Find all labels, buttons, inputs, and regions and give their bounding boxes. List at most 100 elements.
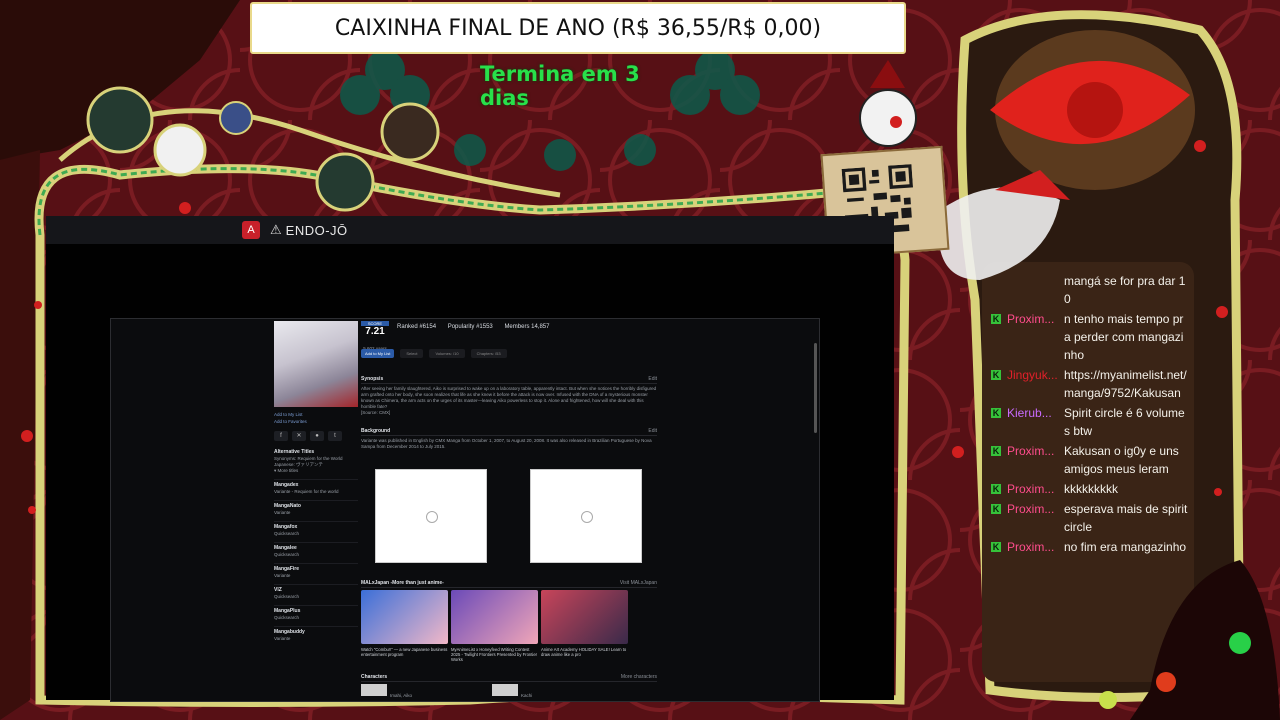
stats-row: SCORE 7.21 5,602 users Ranked #6154 Popu… xyxy=(361,321,657,351)
site-name[interactable]: Mangadex xyxy=(274,482,358,489)
news-heading: MALxJapan -More than just anime- xyxy=(361,580,444,586)
tumblr-icon[interactable]: t xyxy=(328,431,342,441)
character-thumbnail xyxy=(361,684,387,696)
background-heading: Background xyxy=(361,428,391,434)
news-caption[interactable]: MyAnimeList x Honeyfeed Writing Contest … xyxy=(451,647,538,662)
chat-message: K Proxim... Kakusan o ig0y e uns amigos me… xyxy=(990,442,1186,478)
chat-text: Kakusan o ig0y e uns amigos meus leram xyxy=(1064,444,1179,476)
subscriber-badge-icon: K xyxy=(991,542,1001,552)
volumes-field[interactable]: Volumes: /10 xyxy=(429,349,465,358)
add-to-list-link[interactable]: Add to My List xyxy=(274,411,358,418)
chat-username: Proxim... xyxy=(1007,444,1055,458)
news-card[interactable]: MyAnimeList x Honeyfeed Writing Contest … xyxy=(451,590,538,662)
site-subtitle: Variante xyxy=(274,573,291,578)
chat-text: n tenho mais tempo pra perder com mangaz… xyxy=(1064,312,1184,362)
site-row[interactable]: MangaFire Variante xyxy=(274,563,358,579)
alt-titles-heading: Alternative Titles xyxy=(274,449,315,455)
site-name[interactable]: Mangalee xyxy=(274,545,358,552)
capture-window-titlebar: A ⚠ ENDO-JŌ xyxy=(46,216,894,244)
donation-goal-title: CAIXINHA FINAL DE ANO (R$ 36,55/R$ 0,00) xyxy=(334,15,822,41)
background-section: Background Edit Variante was published in… xyxy=(361,427,657,450)
synopsis-section: Synopsis Edit After seeing her family sla… xyxy=(361,375,657,416)
news-image[interactable] xyxy=(451,590,538,644)
add-to-list-button[interactable]: Add to My List xyxy=(361,349,395,358)
subscriber-badge-icon: K xyxy=(991,446,1001,456)
site-row[interactable]: Mangabuddy Variante xyxy=(274,626,358,642)
site-name[interactable]: MangaNato xyxy=(274,503,358,510)
donation-goal-banner: CAIXINHA FINAL DE ANO (R$ 36,55/R$ 0,00) xyxy=(250,2,906,54)
characters-list: Imahi, Aiko Kachi xyxy=(361,684,657,701)
chat-username: Kierub... xyxy=(1007,406,1052,420)
subscriber-badge-icon: K xyxy=(991,484,1001,494)
site-row[interactable]: MangaNato Variante xyxy=(274,500,358,516)
chat-message: K Proxim... esperava mais de spirit circle xyxy=(990,500,1188,536)
share-row: f ✕ ● t xyxy=(274,431,358,441)
character-item[interactable]: Kachi xyxy=(492,684,532,701)
news-more-link[interactable]: Visit MALxJapan xyxy=(620,579,657,587)
characters-more-link[interactable]: More characters xyxy=(621,673,657,681)
ad-placeholder xyxy=(530,469,642,563)
site-name[interactable]: MangaFire xyxy=(274,566,358,573)
site-row[interactable]: Mangalee Quicksearch xyxy=(274,542,358,558)
loading-icon xyxy=(426,511,438,523)
page-left-column: Add to My List Add to Favorites f ✕ ● t … xyxy=(274,411,358,642)
site-row[interactable]: Mangadex Variante - Requiem for the world xyxy=(274,479,358,495)
site-subtitle: Quicksearch xyxy=(274,531,300,536)
news-image[interactable] xyxy=(361,590,448,644)
site-name[interactable]: Mangafox xyxy=(274,524,358,531)
news-section: MALxJapan -More than just anime- Visit MA… xyxy=(361,579,657,662)
more-titles-link[interactable]: ▾ More titles xyxy=(274,468,358,474)
browser-page: Add to My List Add to Favorites f ✕ ● t … xyxy=(110,318,820,702)
rank-stats: Ranked #6154 Popularity #1553 Members 14… xyxy=(397,324,559,330)
chat-message: K Proxim... n tenho mais tempo pra perder … xyxy=(990,310,1186,364)
chat-message: K Proxim... no fim era mangazinho xyxy=(990,538,1186,556)
news-image[interactable] xyxy=(541,590,628,644)
character-item[interactable]: Imahi, Aiko xyxy=(361,684,412,701)
chat-message: K Proxim... kkkkkkkkk xyxy=(990,480,1186,498)
synopsis-heading: Synopsis xyxy=(361,376,384,382)
site-row[interactable]: MangaPlus Quicksearch xyxy=(274,605,358,621)
site-row[interactable]: Mangafox Quicksearch xyxy=(274,521,358,537)
facebook-icon[interactable]: f xyxy=(274,431,288,441)
add-to-favorites-link[interactable]: Add to Favorites xyxy=(274,418,358,425)
site-name[interactable]: Mangabuddy xyxy=(274,629,358,636)
site-name[interactable]: VIZ xyxy=(274,587,358,594)
chat-text: kkkkkkkkk xyxy=(1064,482,1118,496)
background-text: Variante was published in English by CMX… xyxy=(361,438,652,449)
chat-text: https://myanimelist.net/manga/9752/Kakus… xyxy=(1064,368,1187,400)
character-name: Imahi, Aiko xyxy=(390,693,413,698)
news-card[interactable]: Watch "Combu!!" — a new Japanese busines… xyxy=(361,590,448,662)
capture-window-title: ENDO-JŌ xyxy=(285,222,348,238)
status-select[interactable]: Select xyxy=(400,349,424,358)
synopsis-edit-link[interactable]: Edit xyxy=(648,375,657,383)
x-icon[interactable]: ✕ xyxy=(292,431,306,441)
news-caption[interactable]: Anime Art Academy HOLIDAY SALE! Learn to… xyxy=(541,647,628,657)
chapters-field[interactable]: Chapters: /53 xyxy=(470,349,507,358)
synopsis-source: [Source: CMX] xyxy=(361,410,391,415)
page-scrollbar[interactable] xyxy=(814,343,817,433)
chat-username: Proxim... xyxy=(1007,502,1055,516)
news-caption[interactable]: Watch "Combu!!" — a new Japanese busines… xyxy=(361,647,448,657)
site-row[interactable]: VIZ Quicksearch xyxy=(274,584,358,600)
background-edit-link[interactable]: Edit xyxy=(648,427,657,435)
subscriber-badge-icon: K xyxy=(991,314,1001,324)
members-stat: Members 14,857 xyxy=(504,324,550,330)
news-card[interactable]: Anime Art Academy HOLIDAY SALE! Learn to… xyxy=(541,590,628,662)
chat-message: K Jingyuk... https://myanimelist.net/manga… xyxy=(990,366,1187,402)
donation-goal-timer: Termina em 3 dias xyxy=(480,62,640,110)
score-value: 7.21 xyxy=(365,326,385,337)
chat-username: Proxim... xyxy=(1007,540,1055,554)
site-name[interactable]: MangaPlus xyxy=(274,608,358,615)
news-cards: Watch "Combu!!" — a new Japanese busines… xyxy=(361,590,657,662)
chat-text: mangá se for pra dar 10 xyxy=(1064,274,1186,306)
characters-section: Characters More characters Imahi, Aiko Kac… xyxy=(361,673,657,701)
ad-placeholder xyxy=(375,469,487,563)
chat-message: K Kierub... Spirit circle é 6 volumes btw xyxy=(990,404,1186,440)
chat-message: mangá se for pra dar 10 xyxy=(990,272,1186,308)
reddit-icon[interactable]: ● xyxy=(310,431,324,441)
site-subtitle: Quicksearch xyxy=(274,594,300,599)
chat-panel: mangá se for pra dar 10 K Proxim... n tenho… xyxy=(990,272,1188,558)
characters-heading: Characters xyxy=(361,674,388,680)
popularity-stat: Popularity #1553 xyxy=(447,324,493,330)
chat-text: esperava mais de spirit circle xyxy=(1064,502,1188,534)
